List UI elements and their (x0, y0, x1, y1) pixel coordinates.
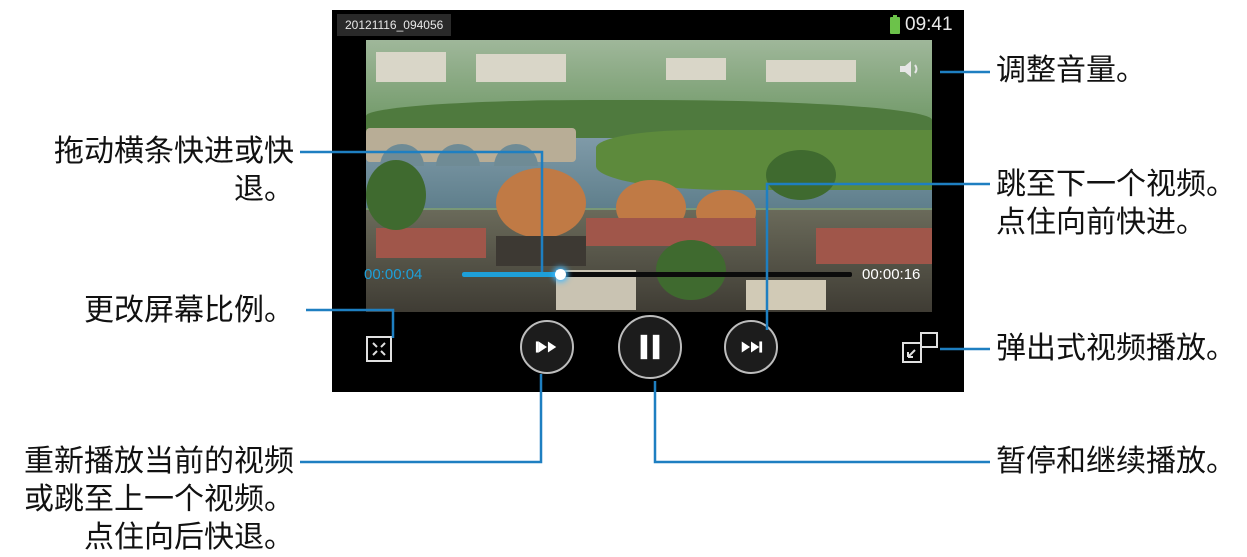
volume-button[interactable] (898, 58, 926, 80)
callout-seek-line1: 拖动横条快进或快 (54, 134, 294, 169)
callout-pause: 暂停和继续播放。 (996, 444, 1236, 479)
callout-previous: 重新播放当前的视频 或跳至上一个视频。 点住向后快退。 (0, 443, 294, 557)
previous-button[interactable] (520, 320, 574, 374)
video-filename: 20121116_094056 (337, 14, 452, 36)
speaker-icon (900, 61, 918, 77)
callout-next: 跳至下一个视频。 点住向前快进。 (996, 166, 1236, 242)
seek-thumb[interactable] (554, 269, 566, 280)
skip-forward-icon (741, 341, 763, 353)
aspect-ratio-button[interactable] (366, 336, 392, 362)
battery-icon (890, 15, 900, 34)
callout-popup: 弹出式视频播放。 (996, 331, 1236, 366)
total-time: 00:00:16 (862, 266, 921, 283)
callout-seek: 拖动横条快进或快 退。 (0, 133, 294, 209)
fit-screen-icon (366, 336, 392, 362)
callout-previous-line1: 重新播放当前的视频 (24, 444, 294, 479)
status-bar: 20121116_094056 09:41 (332, 10, 964, 40)
callout-next-line1: 跳至下一个视频。 (996, 167, 1236, 202)
callout-seek-line2: 退。 (234, 172, 294, 207)
leader-pause (653, 381, 990, 464)
callout-aspect: 更改屏幕比例。 (84, 293, 294, 328)
elapsed-time: 00:00:04 (364, 266, 423, 283)
callout-previous-line3: 点住向后快退。 (84, 520, 294, 555)
seek-progress (462, 272, 560, 277)
pause-button[interactable] (618, 315, 682, 379)
skip-back-icon (535, 341, 557, 353)
next-button[interactable] (724, 320, 778, 374)
popup-play-button[interactable] (902, 332, 938, 364)
callout-next-line2: 点住向前快进。 (996, 205, 1206, 240)
pause-icon (640, 334, 660, 360)
callout-previous-line2: 或跳至上一个视频。 (24, 482, 294, 517)
seek-bar[interactable] (462, 269, 852, 280)
status-clock: 09:41 (905, 14, 953, 35)
callout-volume: 调整音量。 (996, 53, 1146, 88)
popup-window-icon (902, 332, 938, 363)
video-player-screen: 20121116_094056 09:41 00:00:04 00:00:16 (332, 10, 964, 392)
